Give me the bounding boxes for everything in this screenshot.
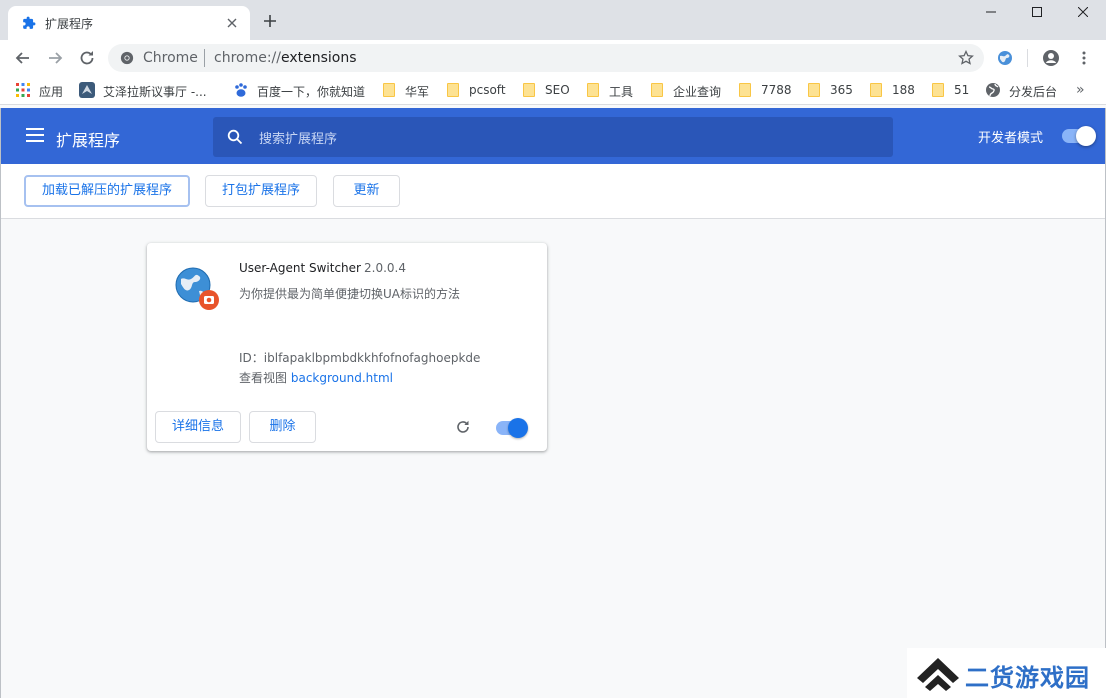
url-prefix: chrome://: [214, 50, 281, 66]
tab-extensions[interactable]: 扩展程序: [8, 6, 250, 40]
bookmark-label: pcsoft: [469, 83, 506, 97]
more-vert-icon[interactable]: [1076, 50, 1092, 66]
omnibox-separator: [204, 49, 205, 67]
extension-card: User-Agent Switcher 2.0.0.4 为你提供最为简单便捷切换…: [147, 243, 547, 451]
extension-description: 为你提供最为简单便捷切换UA标识的方法: [239, 287, 460, 301]
search-placeholder: 搜索扩展程序: [259, 132, 338, 147]
pack-extension-button[interactable]: 打包扩展程序: [205, 175, 317, 207]
profile-icon[interactable]: [1042, 49, 1060, 67]
developer-action-bar: 加载已解压的扩展程序 打包扩展程序 更新: [0, 164, 1106, 219]
remove-button[interactable]: 删除: [249, 411, 316, 443]
reload-page-icon[interactable]: [77, 48, 97, 68]
folder-icon: [521, 82, 537, 98]
bookmark-label: SEO: [545, 83, 570, 97]
folder-icon: [445, 82, 461, 98]
bookmark-label: 应用: [39, 85, 64, 99]
dev-mode-toggle[interactable]: [1062, 126, 1096, 146]
url-text: chrome://extensions: [214, 50, 357, 66]
toggle-knob: [1076, 126, 1096, 146]
extensions-header: 扩展程序 搜索扩展程序 开发者模式: [0, 108, 1106, 164]
puzzle-icon: [23, 16, 36, 29]
ua-switcher-icon: [175, 267, 219, 310]
reload-icon[interactable]: [455, 419, 471, 435]
bookmarks-overflow-icon[interactable]: »: [1076, 82, 1085, 98]
apps-grid-icon: [16, 83, 30, 97]
site-watermark: 二货游戏园: [907, 648, 1106, 698]
baidu-paw-icon: [235, 83, 247, 97]
watermark-text: 二货游戏园: [965, 664, 1090, 692]
card-footer: 详细信息 删除: [147, 403, 547, 451]
update-button[interactable]: 更新: [333, 175, 400, 207]
folder-icon: [737, 82, 753, 98]
folder-icon: [381, 82, 397, 98]
close-window-button[interactable]: [1060, 0, 1106, 26]
bookmark-label: 百度一下，你就知道: [257, 85, 366, 99]
bookmark-label: 华军: [405, 85, 430, 99]
minimize-icon: [986, 11, 996, 13]
globe-icon: [986, 83, 1000, 97]
bookmark-label: 工具: [609, 85, 634, 99]
address-bar[interactable]: Chrome chrome://extensions: [108, 44, 984, 72]
ua-switcher-extension-icon[interactable]: [997, 50, 1013, 66]
extension-name: User-Agent Switcher: [239, 261, 361, 275]
toolbar-separator: [1027, 49, 1028, 67]
maximize-icon: [1032, 7, 1042, 17]
folder-icon: [806, 82, 822, 98]
tab-strip: 扩展程序: [0, 0, 1106, 40]
scheme-label: Chrome: [143, 50, 198, 66]
site-favicon: [79, 82, 95, 98]
bookmark-label: 51: [954, 83, 970, 97]
bookmarks-bar: 应用 艾泽拉斯议事厅 -... 百度一下，你就知道 华军 pcsoft SEO …: [0, 76, 1106, 105]
folder-icon: [868, 82, 884, 98]
bookmark-label: 7788: [761, 83, 792, 97]
id-value: iblfapaklbpmbdkkhfofnofaghoepkde: [263, 351, 481, 365]
close-icon: [1078, 7, 1088, 17]
bookmark-star-icon[interactable]: [958, 50, 974, 66]
background-page-link[interactable]: background.html: [291, 371, 393, 385]
extension-id: ID：iblfapaklbpmbdkkhfofnofaghoepkde: [239, 349, 480, 366]
tab-title: 扩展程序: [45, 17, 94, 31]
bookmark-label: 188: [892, 83, 915, 97]
folder-icon: [585, 82, 601, 98]
bookmark-label: 分发后台: [1009, 85, 1058, 99]
forward-icon[interactable]: [45, 48, 65, 68]
menu-icon[interactable]: [26, 128, 44, 144]
views-label: 查看视图: [239, 371, 288, 385]
watermark-logo: [917, 658, 959, 691]
browser-toolbar: Chrome chrome://extensions: [0, 40, 1106, 76]
new-tab-icon[interactable]: [262, 13, 278, 29]
chrome-logo-icon: [120, 51, 134, 65]
url-host: extensions: [281, 50, 357, 66]
extension-version: 2.0.0.4: [364, 261, 406, 275]
dev-mode-label: 开发者模式: [978, 131, 1044, 146]
search-icon: [227, 129, 243, 145]
id-label: ID：: [239, 351, 264, 365]
enable-toggle[interactable]: [496, 418, 528, 438]
bookmark-label: 企业查询: [673, 85, 722, 99]
page-title: 扩展程序: [56, 131, 121, 150]
folder-icon: [930, 82, 946, 98]
search-input[interactable]: 搜索扩展程序: [213, 117, 893, 157]
toggle-knob: [508, 418, 528, 438]
window-frame-left: [0, 108, 1, 698]
folder-icon: [649, 82, 665, 98]
minimize-button[interactable]: [968, 0, 1014, 26]
close-tab-icon[interactable]: [224, 15, 240, 31]
bookmark-label: 365: [830, 83, 853, 97]
back-icon[interactable]: [13, 48, 33, 68]
maximize-button[interactable]: [1014, 0, 1060, 26]
details-button[interactable]: 详细信息: [155, 411, 241, 443]
bookmark-label: 艾泽拉斯议事厅 -...: [103, 85, 207, 99]
inspect-views: 查看视图 background.html: [239, 369, 393, 386]
load-unpacked-button[interactable]: 加载已解压的扩展程序: [24, 175, 190, 207]
